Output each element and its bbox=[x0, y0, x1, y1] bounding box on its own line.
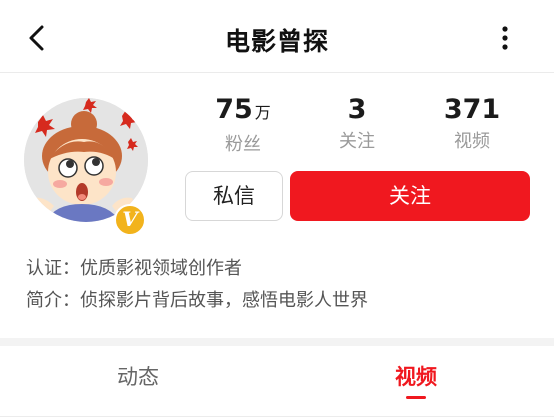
section-divider bbox=[0, 338, 554, 346]
avatar-container[interactable]: V bbox=[18, 92, 152, 236]
message-button[interactable]: 私信 bbox=[185, 171, 283, 221]
profile-section: V 75 万 粉丝 3 关注 371 视频 私信 关注 认证：优质影视领域创作者 … bbox=[0, 74, 554, 338]
top-bar: 电影曾探 bbox=[0, 0, 554, 73]
stat-followers[interactable]: 75 万 粉丝 bbox=[183, 92, 303, 157]
tabs-bottom-divider bbox=[0, 416, 554, 417]
stat-videos[interactable]: 371 视频 bbox=[412, 92, 532, 154]
stat-value: 3 bbox=[347, 94, 367, 125]
stat-label: 粉丝 bbox=[225, 134, 261, 155]
stat-label: 视频 bbox=[454, 131, 490, 152]
tab-videos[interactable]: 视频 bbox=[346, 362, 486, 392]
active-tab-indicator bbox=[406, 396, 426, 399]
follow-button[interactable]: 关注 bbox=[290, 171, 530, 221]
certification-text: 认证：优质影视领域创作者 bbox=[26, 258, 242, 279]
stat-value: 371 bbox=[443, 94, 501, 125]
content-tabs: 动态 视频 bbox=[0, 346, 554, 418]
verified-badge: V bbox=[114, 204, 146, 236]
more-vertical-icon bbox=[502, 26, 508, 50]
more-options-button[interactable] bbox=[490, 20, 520, 56]
stat-following[interactable]: 3 关注 bbox=[297, 92, 417, 154]
tab-dynamic[interactable]: 动态 bbox=[68, 362, 208, 392]
bio-text: 简介：侦探影片背后故事，感悟电影人世界 bbox=[26, 290, 368, 311]
stat-label: 关注 bbox=[339, 131, 375, 152]
stat-unit: 万 bbox=[254, 103, 271, 122]
page-title: 电影曾探 bbox=[224, 27, 329, 56]
stat-value: 75 万 bbox=[215, 94, 271, 125]
